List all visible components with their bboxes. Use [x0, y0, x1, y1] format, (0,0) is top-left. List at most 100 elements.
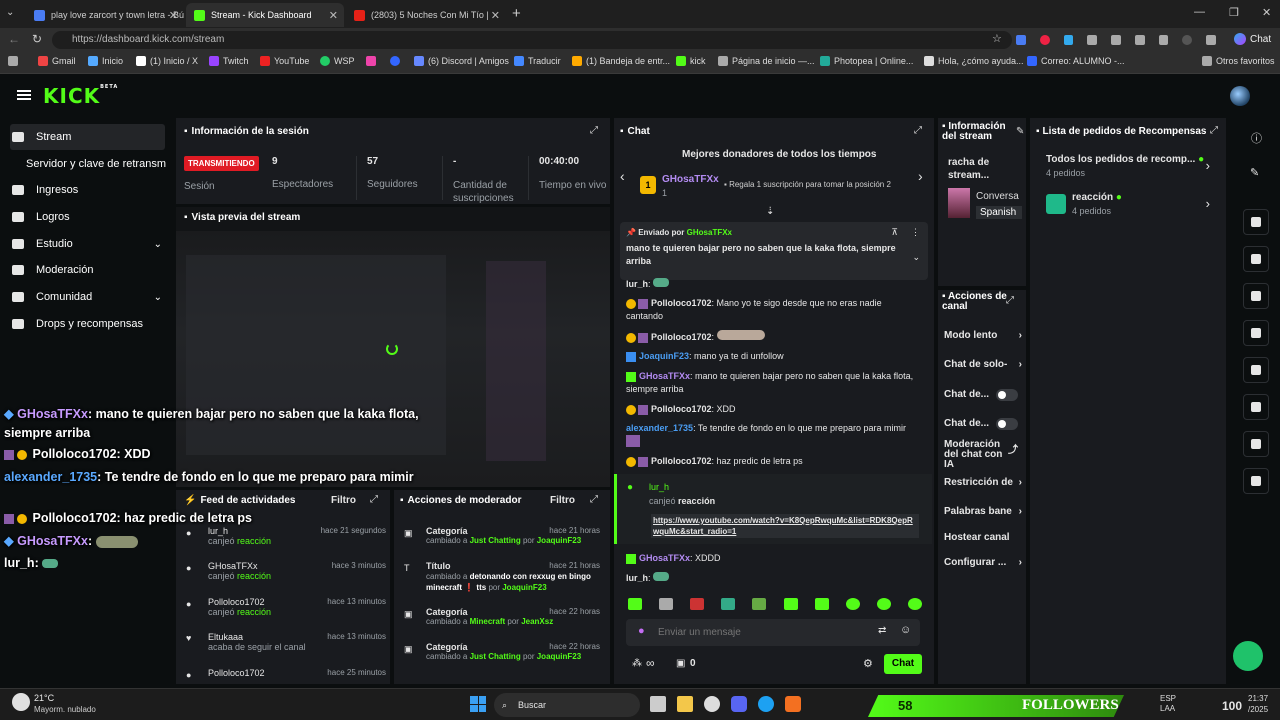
bookmark-gmail[interactable]: Gmail [38, 56, 76, 66]
browser-tab-search[interactable]: play love zarcort y town letra - Bú ✕ [26, 3, 184, 27]
chat-input-box[interactable]: ● ⇄ ☺ [626, 619, 920, 646]
bookmark-twitch[interactable]: Twitch [209, 56, 249, 66]
chat-toggle-1[interactable] [996, 389, 1018, 401]
emote-icon[interactable] [752, 598, 767, 610]
expand-icon[interactable]: ⤢ [370, 494, 378, 505]
chat-message[interactable]: GHosaTFXx: XDDD [626, 552, 916, 565]
unpin-icon[interactable]: ⊼ [891, 227, 898, 238]
support-button[interactable] [1233, 641, 1263, 671]
scroll-down-icon[interactable]: ⇣ [766, 206, 774, 217]
action-configure[interactable]: Configurar ... › [944, 557, 1022, 568]
bookmark-inicio[interactable]: Inicio [88, 56, 123, 66]
gift-icon[interactable]: ▣ [676, 658, 685, 669]
chat-message-input[interactable] [658, 624, 858, 640]
reward-link[interactable]: https://www.youtube.com/watch?v=K8QepRwq… [651, 514, 919, 538]
bookmark-photopea[interactable]: Photopea | Online... [820, 56, 913, 66]
nav-moderation[interactable]: Moderación [12, 264, 93, 276]
bookmark-discord[interactable]: (6) Discord | Amigos [414, 56, 509, 66]
info-icon[interactable]: ⓘ [1251, 130, 1262, 146]
emote-icon[interactable] [783, 598, 798, 610]
weather-icon[interactable] [12, 693, 30, 711]
rewards-all-requests[interactable]: Todos los pedidos de recomp... ● 4 pedid… [1046, 154, 1218, 178]
tool-broadcast-icon[interactable] [1243, 357, 1269, 383]
favorites-star-icon[interactable]: ☆ [992, 32, 1002, 45]
expand-icon[interactable]: ⤢ [1210, 125, 1218, 136]
reload-icon[interactable]: ↻ [32, 32, 42, 46]
close-tab-icon[interactable]: ✕ [169, 9, 178, 22]
translate-icon[interactable]: ⇄ [878, 625, 886, 636]
chat-message[interactable]: lur_h: [626, 278, 916, 291]
emote-icon[interactable] [659, 598, 674, 610]
hamburger-menu-icon[interactable] [17, 90, 31, 100]
microphone-icon[interactable]: ● [638, 625, 645, 637]
tool-chat-icon[interactable] [1243, 320, 1269, 346]
chat-message[interactable]: Polloloco1702: [626, 330, 916, 344]
taskbar-search[interactable]: ⌕ Buscar [494, 693, 640, 717]
browser-tab-youtube[interactable]: (2803) 5 Noches Con Mi Tío | ✕ [346, 3, 506, 27]
edit-pencil-icon[interactable]: ✎ [1250, 166, 1259, 179]
action-banned-words[interactable]: Palabras bane › [944, 506, 1022, 517]
more-options-icon[interactable]: ⋮ [911, 227, 920, 238]
edit-icon[interactable]: ✎ [1016, 126, 1024, 137]
action-slow-mode[interactable]: Modo lento › [944, 330, 1022, 341]
bookmark-sidebar-icon[interactable] [8, 56, 22, 66]
back-icon[interactable]: ← [8, 32, 20, 46]
emote-icon[interactable] [876, 598, 891, 610]
chat-message[interactable]: GHosaTFXx: mano te quieren bajar pero no… [626, 370, 916, 396]
url-field[interactable]: https://dashboard.kick.com/stream [52, 31, 1012, 49]
chat-toggle-2[interactable] [996, 418, 1018, 430]
tab-list-icon[interactable]: ⌄ [6, 7, 20, 21]
reward-item[interactable]: reacción ● 4 pedidos › [1046, 192, 1218, 216]
category-name[interactable]: Conversa [976, 191, 1019, 202]
chat-message[interactable]: lur_h: [626, 572, 916, 585]
bookmark-home[interactable]: Página de inicio —... [718, 56, 815, 66]
bookmark-facebook[interactable] [390, 56, 404, 66]
restore-window-icon[interactable]: ❐ [1229, 6, 1239, 19]
nav-stream[interactable]: Stream [12, 131, 71, 143]
expand-icon[interactable]: ⤢ [1006, 295, 1014, 306]
reward-redeem-card[interactable]: ● lur_h canjeó reacción https://www.yout… [614, 474, 932, 544]
emote-icon[interactable] [814, 598, 829, 610]
bookmark-correo[interactable]: Correo: ALUMNO -... [1027, 56, 1125, 66]
new-tab-icon[interactable]: + [512, 5, 521, 22]
user-avatar[interactable] [1230, 86, 1250, 106]
chat-message[interactable]: alexander_1735: Te tendre de fondo en lo… [626, 422, 916, 451]
action-followers-only[interactable]: Chat de solo- › [944, 359, 1022, 370]
expand-icon[interactable]: ⤢ [914, 125, 922, 136]
close-tab-icon[interactable]: ✕ [491, 9, 500, 22]
pinned-message[interactable]: 📌 Enviado por GHosaTFXx mano te quieren … [620, 222, 928, 280]
prev-donor-icon[interactable]: ‹ [620, 168, 625, 184]
action-host-channel[interactable]: Hostear canal [944, 532, 1010, 543]
copilot-chat-button[interactable]: Chat [1234, 33, 1271, 45]
bookmark-x[interactable]: (1) Inicio / X [136, 56, 198, 66]
tool-share-icon[interactable] [1243, 468, 1269, 494]
nav-revenue[interactable]: Ingresos [12, 184, 78, 196]
bookmark-instagram[interactable] [366, 56, 380, 66]
feed-filter-button[interactable]: Filtro [331, 495, 356, 506]
emote-icon[interactable] [690, 598, 705, 610]
tool-wrench-icon[interactable] [1243, 431, 1269, 457]
emote-icon[interactable] [907, 598, 922, 610]
emote-icon[interactable] [845, 598, 860, 610]
tool-camera-icon[interactable] [1243, 209, 1269, 235]
bookmark-kick[interactable]: kick [676, 56, 706, 66]
bookmark-youtube[interactable]: YouTube [260, 56, 309, 66]
nav-studio[interactable]: Estudio ⌄ [12, 238, 162, 250]
taskbar-apps[interactable] [650, 696, 814, 714]
chat-message[interactable]: Polloloco1702: haz predic de letra ps [626, 455, 916, 468]
close-tab-icon[interactable]: ✕ [329, 9, 338, 22]
mod-filter-button[interactable]: Filtro [550, 495, 575, 506]
emote-bar[interactable] [628, 598, 922, 612]
nav-drops[interactable]: Drops y recompensas [12, 318, 143, 330]
stream-preview-video[interactable] [176, 231, 610, 487]
emoji-icon[interactable]: ☺ [900, 624, 911, 636]
bookmark-chatgpt[interactable]: Hola, ¿cómo ayuda... [924, 56, 1024, 66]
kick-logo[interactable]: KICKBETA [43, 84, 118, 108]
extension-icons[interactable] [1016, 35, 1217, 45]
nav-achievements[interactable]: Logros [12, 211, 70, 223]
language-indicator[interactable]: ESP LAA [1160, 694, 1176, 714]
bookmark-other-favorites[interactable]: Otros favoritos [1202, 56, 1275, 66]
kicks-icon[interactable]: ⁂ [632, 658, 642, 669]
nav-server-key[interactable]: Servidor y clave de retransm [26, 158, 166, 170]
bookmark-inbox[interactable]: (1) Bandeja de entr... [572, 56, 670, 66]
